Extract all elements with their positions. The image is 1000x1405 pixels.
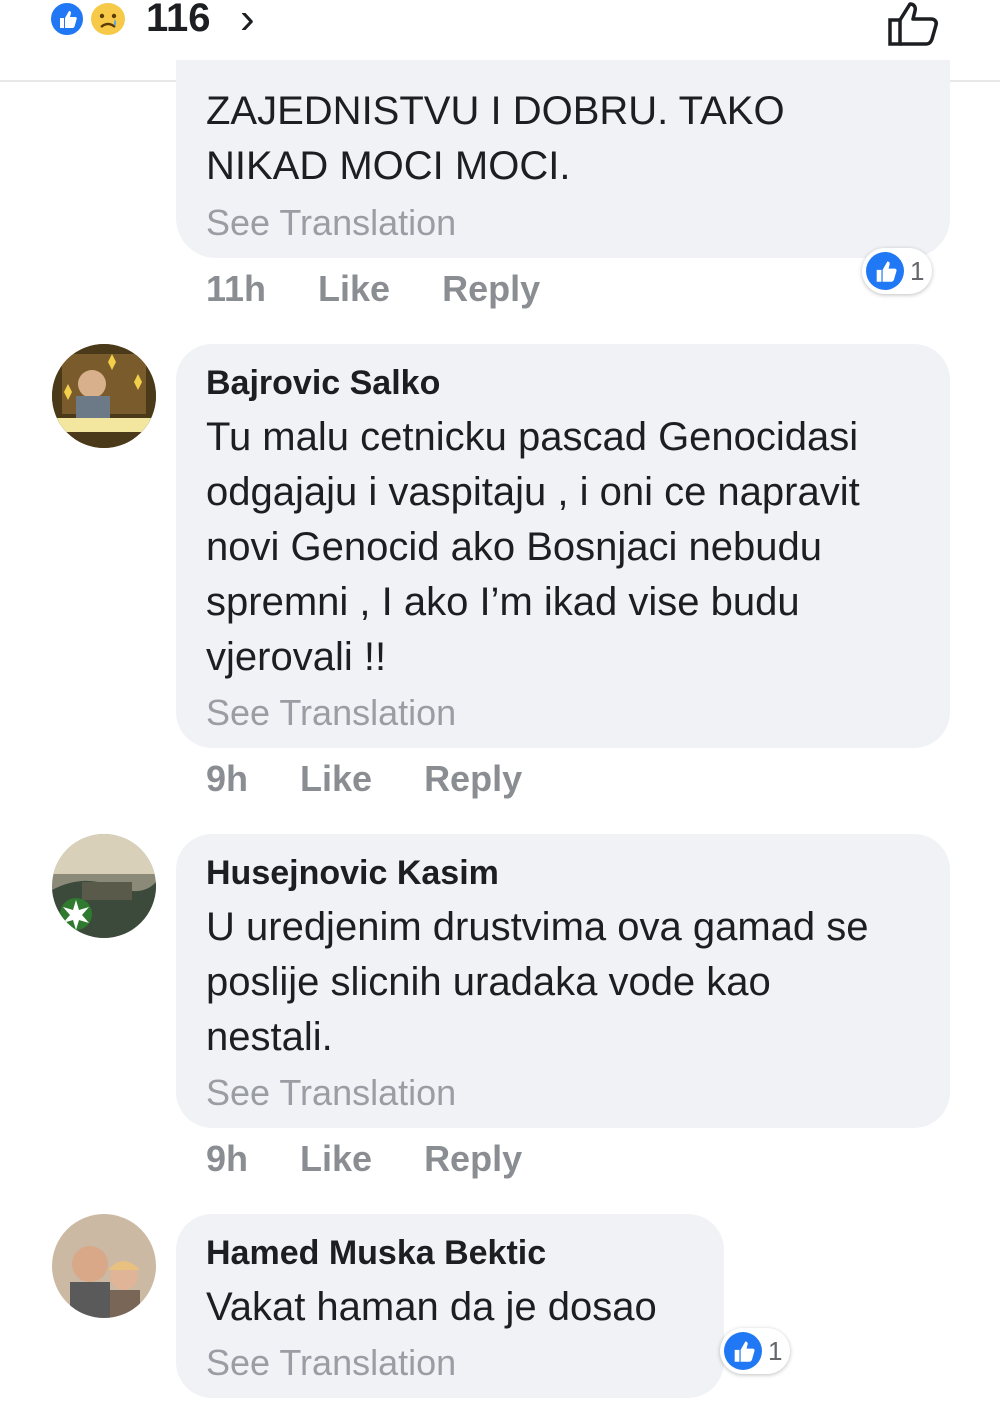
like-button[interactable]: Like [300,758,372,799]
avatar[interactable] [52,344,156,448]
timestamp: 11h [206,268,267,309]
chevron-right-icon[interactable]: › [240,0,255,44]
comment-author[interactable]: Hamed Muska Bektic [206,1234,546,1273]
reply-button[interactable]: Reply [424,1138,522,1179]
like-button[interactable]: Like [300,1138,372,1179]
reaction-count[interactable]: 116 [146,0,211,41]
comment-text-2: Tu malu cetnicku pascad Genocidasi odgaj… [206,415,860,679]
comment-text-1: ZAJEDNISTVU I DOBRU. TAKO NIKAD MOCI MOC… [206,89,785,188]
avatar[interactable] [52,834,156,938]
reaction-badge-1[interactable]: 1 [862,248,933,294]
comment-author[interactable]: Husejnovic Kasim [206,854,499,893]
reply-button[interactable]: Reply [424,758,522,799]
comment-actions-1: 11h Like Reply [206,268,592,310]
comment-author[interactable]: Bajrovic Salko [206,364,440,403]
reply-button[interactable]: Reply [442,268,540,309]
timestamp: 9h [206,758,249,799]
reaction-icons[interactable] [48,0,138,40]
reaction-count: 1 [910,255,925,286]
see-translation-link-4[interactable]: See Translation [206,1342,456,1384]
see-translation-link-2[interactable]: See Translation [206,692,456,734]
avatar[interactable] [52,1214,156,1318]
comment-actions-2: 9h Like Reply [206,758,574,800]
see-translation-link-1[interactable]: See Translation [206,202,456,244]
comment-actions-3: 9h Like Reply [206,1138,574,1180]
see-translation-link-3[interactable]: See Translation [206,1072,456,1114]
like-reaction-icon [48,0,86,38]
timestamp: 9h [206,1138,249,1179]
like-button[interactable]: Like [318,268,390,309]
like-reaction-icon [866,252,904,290]
comment-text-4: Vakat haman da je dosao [206,1285,657,1329]
sad-reaction-icon [88,0,128,38]
thumbs-up-outline-icon[interactable] [884,0,944,48]
reaction-count: 1 [768,1335,783,1366]
like-reaction-icon [724,1332,762,1370]
comment-text-3: U uredjenim drustvima ova gamad se posli… [206,905,869,1059]
reaction-badge-4[interactable]: 1 [720,1328,791,1374]
